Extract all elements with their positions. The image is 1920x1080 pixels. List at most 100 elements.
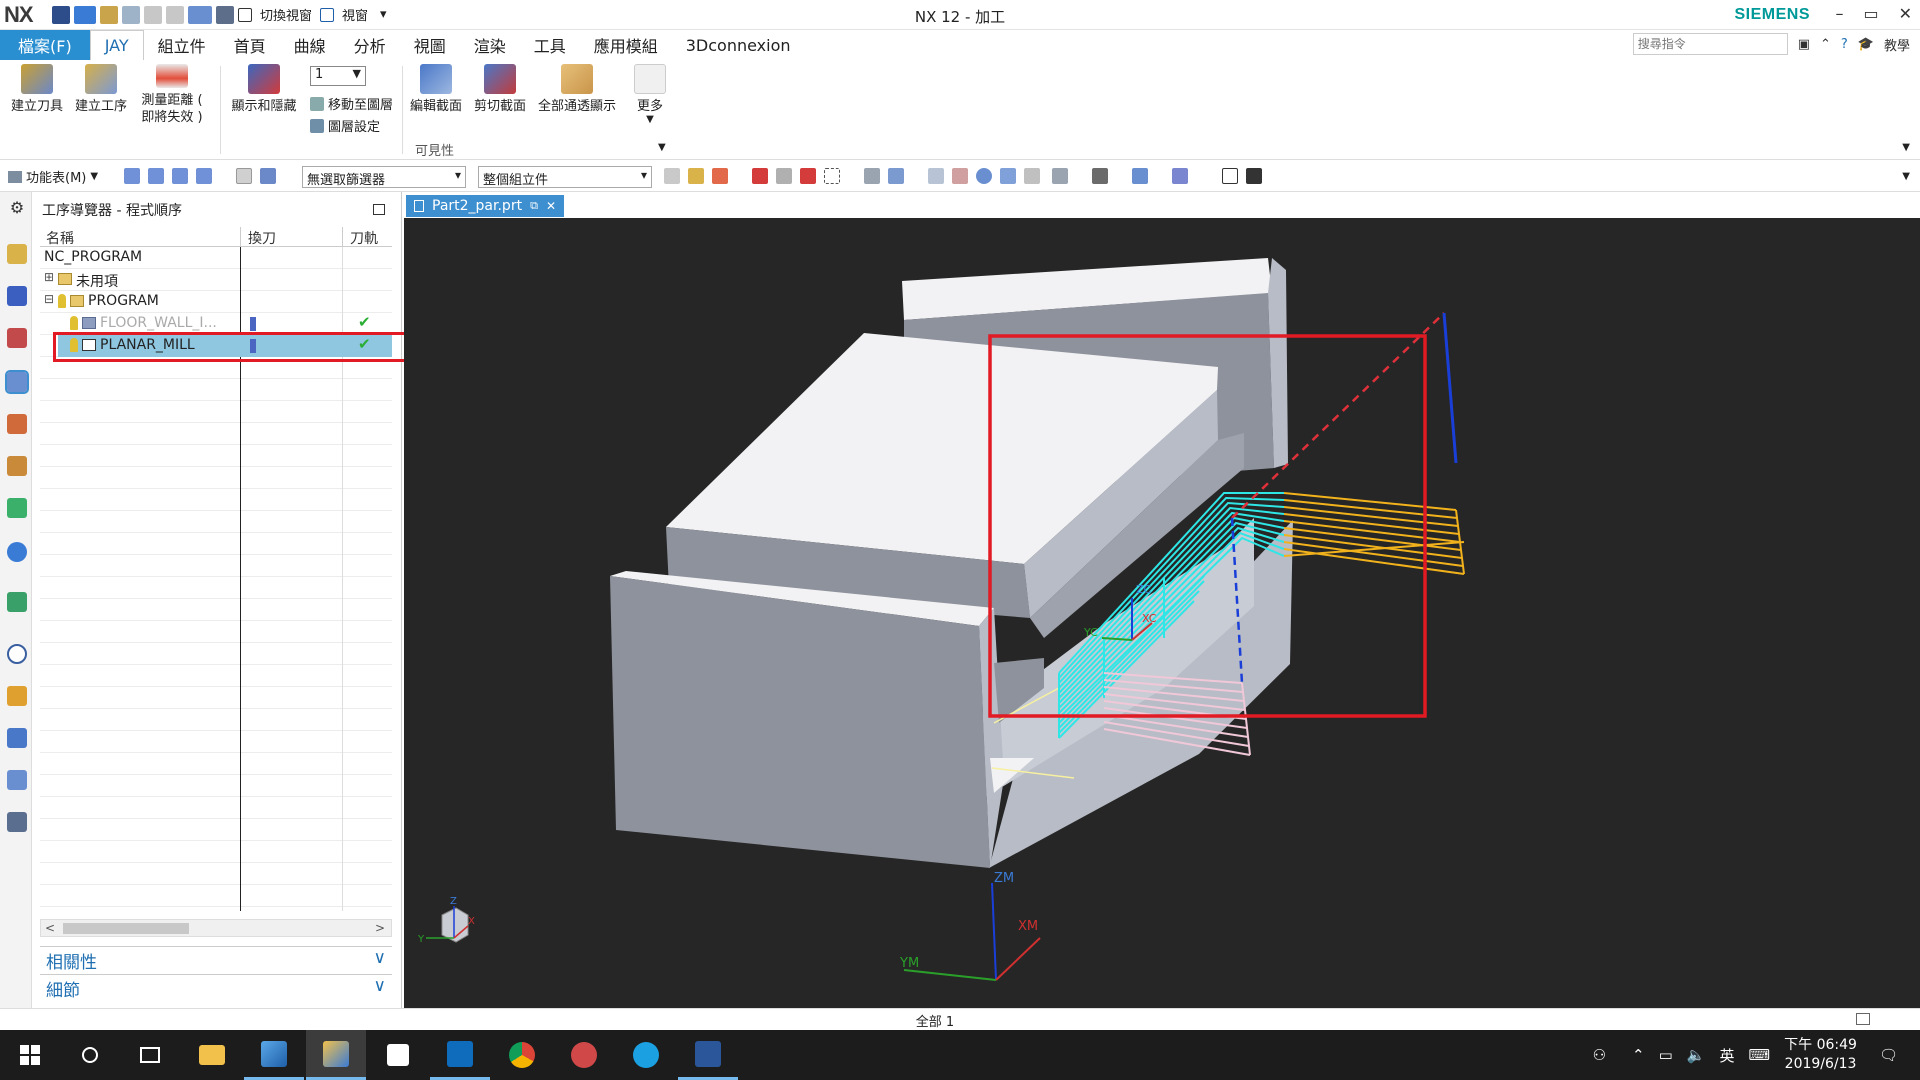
relations-section[interactable]: 相關性 ∨	[40, 946, 392, 973]
front-wall-front-face[interactable]	[610, 576, 990, 868]
expand-icon[interactable]: ⊞	[44, 270, 54, 284]
tab-analysis[interactable]: 分析	[340, 30, 400, 60]
machine-tool-navigator-icon[interactable]	[7, 414, 27, 434]
deselect-all-icon[interactable]	[148, 168, 164, 184]
taskbar-app-button[interactable]	[554, 1030, 614, 1080]
move-to-layer-button[interactable]: 移動至圖層	[310, 94, 393, 113]
start-button[interactable]	[0, 1030, 60, 1080]
tutorial-label[interactable]: 教學	[1884, 35, 1910, 54]
maximize-panel-icon[interactable]	[373, 204, 385, 215]
ime-indicator[interactable]: 英	[1719, 1045, 1734, 1066]
render-style-icon[interactable]	[1092, 168, 1108, 184]
edit-object-display-icon[interactable]	[1132, 168, 1148, 184]
main-menu-button[interactable]: 功能表(M) ▼	[8, 167, 98, 186]
cube-view-icon[interactable]	[888, 168, 904, 184]
settings-icon[interactable]: ⚙	[7, 198, 27, 218]
type-filter-dropdown[interactable]: 無選取篩選器	[302, 166, 466, 188]
column-toolpath[interactable]: 刀軌	[350, 228, 378, 248]
file-menu-button[interactable]: 檔案(F)	[0, 30, 90, 60]
assembly-navigator-icon[interactable]	[7, 286, 27, 306]
column-tool-change[interactable]: 換刀	[248, 228, 276, 248]
create-operation-button[interactable]: 建立工序	[72, 64, 130, 115]
dark-window-icon[interactable]	[1246, 168, 1262, 184]
volume-icon[interactable]: 🔈	[1687, 1046, 1706, 1064]
pan-icon[interactable]	[1000, 168, 1016, 184]
face-rule-icon[interactable]	[712, 168, 728, 184]
process-studio-icon[interactable]	[7, 728, 27, 748]
column-divider[interactable]	[342, 227, 343, 247]
orient-view-icon[interactable]	[1052, 168, 1068, 184]
rectangle-select-icon[interactable]	[824, 168, 840, 184]
create-tool-button[interactable]: 建立刀具	[8, 64, 66, 115]
tutorial-icon[interactable]: 🎓	[1858, 37, 1874, 52]
perspective-icon[interactable]	[1024, 168, 1040, 184]
curve-rule-icon[interactable]	[752, 168, 768, 184]
selection-scope-dropdown[interactable]: 整個組立件	[478, 166, 652, 188]
select-list-icon[interactable]	[196, 168, 212, 184]
ime-mode-icon[interactable]: ⌨	[1749, 1046, 1771, 1064]
show-hide-button[interactable]: 顯示和隱藏	[228, 64, 300, 115]
outlook-button[interactable]	[430, 1030, 490, 1080]
collapse-icon[interactable]: ⊟	[44, 292, 54, 306]
word-button[interactable]	[678, 1030, 738, 1080]
roles-icon[interactable]	[7, 812, 27, 832]
help-icon[interactable]: ?	[1841, 37, 1848, 52]
tree-row-program[interactable]: ⊟ PROGRAM	[40, 291, 392, 313]
people-icon[interactable]: ⚇	[1593, 1046, 1606, 1064]
close-button[interactable]: ✕	[1899, 4, 1912, 23]
history-icon[interactable]	[7, 644, 27, 664]
tab-home[interactable]: 首頁	[220, 30, 280, 60]
command-search-input[interactable]	[1632, 33, 1788, 55]
filter-operation-icon[interactable]	[260, 168, 276, 184]
clock[interactable]: 下午 06:49 2019/6/13	[1784, 1036, 1857, 1074]
chrome-button[interactable]	[492, 1030, 552, 1080]
group-options-chevron-icon[interactable]: ▼	[658, 142, 666, 153]
toolpath-orange[interactable]	[1283, 492, 1465, 575]
constraint-navigator-icon[interactable]	[7, 328, 27, 348]
selbar-options-chevron-icon[interactable]: ▼	[1902, 171, 1910, 182]
sticky-notes-button[interactable]	[368, 1030, 428, 1080]
machining-feature-navigator-icon[interactable]	[7, 456, 27, 476]
more-button[interactable]: 更多 ▼	[630, 64, 670, 125]
operation-navigator-icon[interactable]	[5, 370, 29, 394]
filter-tool-icon[interactable]	[236, 168, 252, 184]
column-name[interactable]: 名稱	[46, 228, 74, 248]
notifications-icon[interactable]: 🗨	[1879, 1046, 1898, 1064]
layer-settings-button[interactable]: 圖層設定	[310, 116, 380, 135]
tab-3dconnexion[interactable]: 3Dconnexion	[672, 30, 805, 60]
tree-row-nc-program[interactable]: NC_PROGRAM	[40, 247, 392, 269]
task-view-button[interactable]	[120, 1030, 180, 1080]
hd3d-tools-icon[interactable]	[7, 542, 27, 562]
chevron-down-icon[interactable]: ∨	[374, 948, 386, 968]
tree-row-unused-items[interactable]: ⊞ 未用項	[40, 269, 392, 291]
file-explorer-button[interactable]	[182, 1030, 242, 1080]
measure-distance-button[interactable]: 測量距離 ( 即將失效 )	[134, 64, 210, 126]
tangent-rule-icon[interactable]	[776, 168, 792, 184]
single-window-icon[interactable]	[1222, 168, 1238, 184]
rotate-icon[interactable]	[976, 168, 992, 184]
close-tab-icon[interactable]: ✕	[546, 199, 556, 213]
ribbon-options-chevron-icon[interactable]: ▼	[1902, 142, 1910, 153]
tab-render[interactable]: 渲染	[460, 30, 520, 60]
column-divider[interactable]	[240, 227, 241, 247]
system-materials-icon[interactable]	[7, 686, 27, 706]
select-objects-icon[interactable]	[124, 168, 140, 184]
manufacturing-wizard-icon[interactable]	[7, 770, 27, 790]
part-file-tab[interactable]: Part2_par.prt ⧉ ✕	[406, 195, 564, 217]
chevron-down-icon[interactable]: ∨	[374, 976, 386, 996]
show-all-translucent-button[interactable]: 全部通透顯示	[534, 64, 620, 115]
minimize-button[interactable]: –	[1835, 4, 1843, 23]
battery-icon[interactable]: ▭	[1659, 1046, 1673, 1064]
tab-jay[interactable]: JAY	[89, 30, 144, 60]
tab-tools[interactable]: 工具	[520, 30, 580, 60]
shaded-view-icon[interactable]	[864, 168, 880, 184]
snap-point-icon[interactable]	[664, 168, 680, 184]
web-browser-icon[interactable]	[7, 592, 27, 612]
restore-button[interactable]: ▭	[1863, 4, 1878, 23]
popout-icon[interactable]: ⧉	[530, 199, 538, 213]
part-navigator-icon[interactable]	[7, 244, 27, 264]
zoom-icon[interactable]	[952, 168, 968, 184]
graphics-window[interactable]: ZC YC XC ZM XM YM Z X Y	[404, 218, 1920, 1008]
model-viewport[interactable]: ZC YC XC ZM XM YM Z X Y	[404, 218, 1920, 1008]
view-triad[interactable]: Z X Y	[417, 896, 475, 945]
